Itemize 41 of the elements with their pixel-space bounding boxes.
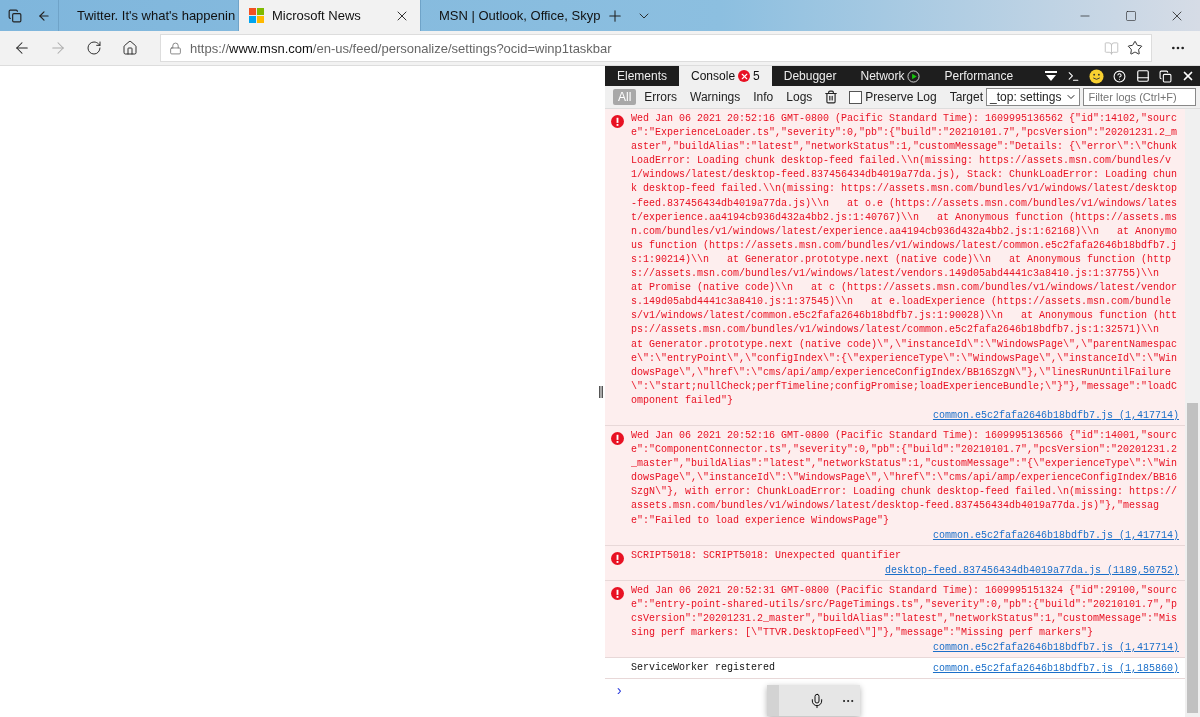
devtools-tab[interactable]: Network [848, 66, 933, 86]
devtools-tab[interactable]: Debugger [771, 66, 849, 86]
console-message: ServiceWorker registered [631, 661, 776, 676]
error-badge-icon [738, 70, 751, 82]
source-link[interactable]: common.e5c2fafa2646b18bdfb7.js (1,185860) [932, 661, 1179, 677]
scrollbar-thumb[interactable] [1187, 403, 1198, 713]
checkbox-label: Preserve Log [865, 90, 937, 104]
star-icon[interactable] [1127, 40, 1143, 56]
filter-tab[interactable]: Warnings [685, 89, 746, 105]
error-icon [611, 586, 624, 600]
tiles-icon [249, 8, 264, 23]
error-count: 5 [753, 69, 760, 83]
filter-tab[interactable]: Logs [781, 89, 818, 105]
source-link[interactable]: common.e5c2fafa2646b18bdfb7.js (1,417714) [932, 407, 1179, 423]
console-message: Wed Jan 06 2021 20:52:16 GMT-0800 (Pacific Standard Time): 1609995136562 {"id":14102,"source":"ExperienceLoader.ts","severity":0,"pb":{"build":"20210101.7","pcsVersion":"20201231.2_master","buildAlias":"latest","networkStatus":1,"customMessage":"Details: {\"error\":\"ChunkLoadError: Loading chunk desktop-feed failed.\\n(missing: https://assets.msn.com/bundles/v1/windows/latest/desktop-feed.837456434db4019a77da.js), Stack: ChunkLoadError: Loading chunk desktop-feed failed.\\n(missing: https://assets.msn.com/bundles/v1/windows/latest/desktop-feed.837456434db4019a77da.js)\\n at o.e (https://assets.msn.com/bundles/v1/windows/latest/experience.aa4194cb936d432a4bb2.js:1:40767)\\n at Anonymous function (https://assets.msn.com/bundles/v1/windows/latest/experience.aa4194cb936d432a4bb2.js:1:62168)\\n at Anonymous function (https://assets.msn.com/bundles/v1/windows/latest/common.e5c2fafa2646b18bdfb7.js:1:90214)\\n at Generator.prototype.next (native code)\\n at Anonymous function (https://assets.msn.com/bundles/v1/windows/latest/vendors.149d05abd4441c3a8410.js:1:37755)\\n at Promise (native code)\\n at c (https://assets.msn.com/bundles/v1/windows/latest/vendors.149d05abd4441c3a8410.js:1:37545)\\n at e.loadExperience (https://assets.msn.com/bundles/v1/windows/latest/common.e5c2fafa2646b18bdfb7.js:1:90028)\\n at Anonymous function (https://assets.msn.com/bundles/v1/windows/latest/common.e5c2fafa2646b18bdfb7.js:1:32571)\\n at Generator.prototype.next (native code)\",\"instanceId\":\"WindowsPage\",\"parentNamespace\":\"entryPoint\",\"configIndex\":{\"experienceType\":\"WindowsPage\",\"instanceId\":\"WindowsPage\",\"href\":\"cms/api/amp/experienceConfigIndex/BB16SzgN\"},\"linesRunUntilFailure\":\"start;nullCheck;perfTimeline;configPromise;loadExperienceBundle;\"}"},"message":"loadComponent failed"} [631, 112, 1179, 408]
trash-icon[interactable] [824, 90, 839, 104]
checkbox[interactable] [849, 90, 863, 104]
devtools-tab[interactable]: Console 5 [679, 66, 772, 86]
error-icon [611, 551, 624, 565]
lock-icon [169, 41, 182, 55]
filter-tab[interactable]: Errors [639, 89, 682, 105]
address-field[interactable]: https://www.msn.com/en-us/feed/personalize/settings?ocid=winp1taskbar [160, 34, 1152, 62]
source-link[interactable]: common.e5c2fafa2646b18bdfb7.js (1,417714) [932, 527, 1179, 543]
console-message: Wed Jan 06 2021 20:52:16 GMT-0800 (Pacific Standard Time): 1609995136566 {"id":14001,"source":"ComponentConnector.ts","severity":0,"pb":{"build":"20210101.7","pcsVersion":"20201231.2_master","buildAlias":"latest","networkStatus":1,"customMessage":"{\"experienceType\":\"WindowsPage\",\"instanceId\":\"WindowsPage\",\"href\":\"cms/api/amp/experienceConfigIndex/BB16SzgN\"}, with error: ChunkLoadError: Loading chunk desktop-feed failed.\n(missing: https://assets.msn.com/bundles/v1/windows/latest/desktop-feed.837456434db4019a77da.js)"},"message":"Failed to load experience WindowsPage"} [631, 428, 1179, 528]
devtools-tab[interactable]: Performance [932, 66, 1026, 86]
console-message: Wed Jan 06 2021 20:52:31 GMT-0800 (Pacific Standard Time): 1609995151324 {"id":29100,"source":"entry-point-shared-utils/src/PageTimings.ts","severity":0,"pb":{"build":"20210101.7","pcsVersion":"20201231.2_master","buildAlias":"latest","networkStatus":1,"customMessage":"Missing perf markers: [\"TTVR.DesktopFeed\"]"},"message":"Missing perf markers"} [631, 583, 1179, 640]
filter-tab[interactable]: Info [748, 89, 779, 105]
source-link[interactable]: common.e5c2fafa2646b18bdfb7.js (1,417714) [932, 640, 1179, 656]
console-prompt[interactable]: › [605, 679, 1185, 704]
error-icon [611, 115, 624, 128]
error-icon [611, 431, 624, 445]
filter-field[interactable]: Filter logs (Ctrl+F) [1083, 88, 1196, 106]
target-dropdown[interactable]: _top: settings [986, 88, 1081, 106]
microphone-icon[interactable] [809, 692, 825, 709]
play-icon [907, 69, 921, 83]
devtools-tab[interactable]: Elements [605, 66, 680, 86]
browser-tab[interactable]: Microsoft News [238, 0, 420, 31]
source-link[interactable]: desktop-feed.837456434db4019a77da.js (1189,50752) [884, 562, 1179, 578]
target-label: Target [949, 90, 984, 104]
splitter-grip-icon[interactable] [599, 385, 603, 398]
console-message: SCRIPT5018: SCRIPT5018: Unexpected quantifier [631, 548, 903, 563]
